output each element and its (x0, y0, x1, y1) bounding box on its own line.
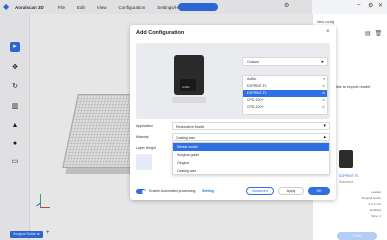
device-label: AoBio (247, 77, 257, 81)
material-select[interactable]: Casting wax ▴ (172, 133, 330, 141)
dropdown-option[interactable]: Dental model (173, 143, 329, 151)
radio-icon: ⊙ (322, 98, 325, 102)
auto-processing-label: Enable Automated processing (149, 189, 196, 193)
add-configuration-dialog: Add Configuration × AoBio Custom ▸ AoBio… (130, 25, 336, 200)
layer-height-label: Layer Height (136, 146, 156, 150)
advanced-button[interactable]: Advanced (246, 187, 274, 195)
device-item[interactable]: CPD-100+ ⊙ (243, 104, 327, 111)
custom-select-label: Custom (247, 60, 260, 64)
chevron-right-icon: ▸ (321, 59, 324, 65)
close-icon[interactable]: ✕ (378, 2, 383, 9)
radio-icon: ⊙ (322, 91, 325, 95)
dialog-close-icon[interactable]: × (326, 29, 330, 35)
material-value: Casting wax (176, 135, 196, 140)
dropdown-option[interactable]: Surgical guide (173, 151, 329, 159)
device-list[interactable]: AoBio ▾ E2PRINT-F1 ⊙ E2PRINT-F1 ⊙ CPD-10… (242, 75, 328, 115)
chevron-down-icon: ▾ (323, 77, 325, 81)
device-label: CPD-100+ (247, 98, 264, 102)
info-row: Slice: 1 (371, 214, 381, 218)
right-panel-icons: ▤🗑 (365, 30, 386, 37)
info-row: 0.1 mm/s (368, 202, 381, 206)
auto-processing-toggle[interactable] (136, 189, 146, 194)
minimize-icon[interactable]: – (357, 2, 360, 8)
printer-model-sub: Standard (339, 180, 354, 184)
gear-icon[interactable]: ⚙ (368, 2, 373, 9)
device-label: E2PRINT-F1 (247, 91, 267, 95)
application-label: Application (136, 124, 154, 128)
apply-button[interactable]: Apply (278, 187, 304, 195)
radio-icon: ⊙ (322, 84, 325, 88)
device-item-selected[interactable]: E2PRINT-F1 ⊙ (243, 90, 327, 97)
printer-model-name: E2PRINT-F1 (339, 174, 359, 178)
trash-icon[interactable]: 🗑 (375, 31, 387, 37)
material-label: Material (136, 135, 149, 139)
printer-thumbnail (339, 150, 353, 168)
grid-icon[interactable]: ▤ (365, 31, 375, 37)
info-row: Enabled (369, 208, 381, 212)
layer-height-preview (136, 154, 152, 170)
application-select[interactable]: Restorative Model ▾ (172, 122, 330, 130)
info-row: Surgical Guide (361, 196, 381, 200)
custom-select[interactable]: Custom ▸ (242, 57, 328, 66)
printer-base (172, 97, 206, 103)
printer-preview: AoBio Custom ▸ AoBio ▾ E2PRINT-F1 ⊙ E2PR… (136, 43, 330, 119)
info-row: Loaded (370, 190, 381, 194)
device-group-header[interactable]: AoBio ▾ (243, 76, 327, 83)
toggle-knob (141, 189, 146, 194)
radio-icon: ⊙ (322, 105, 325, 109)
dropdown-option[interactable]: Casting wax (173, 167, 329, 175)
chevron-up-icon: ▴ (323, 134, 326, 140)
device-item[interactable]: CPD-100+ ⊙ (243, 97, 327, 104)
right-panel-title: New config (317, 20, 335, 24)
dialog-title: Add Configuration (136, 30, 185, 36)
material-dropdown[interactable]: Dental model Surgical guide Gingiva Cast… (172, 142, 330, 175)
printer-logo: AoBio (182, 85, 191, 89)
chevron-down-icon: ▾ (323, 123, 326, 129)
device-item[interactable]: E2PRINT-F1 ⊙ (243, 83, 327, 90)
ok-button[interactable]: OK (308, 187, 330, 195)
print-button[interactable]: Print (337, 232, 377, 240)
device-label: E2PRINT-F1 (247, 84, 267, 88)
setting-link[interactable]: Setting (202, 189, 214, 193)
application-value: Restorative Model (176, 124, 205, 129)
device-label: CPD-100+ (247, 105, 264, 109)
dropdown-option[interactable]: Gingiva (173, 159, 329, 167)
import-hint[interactable]: Click to import model (333, 84, 370, 89)
